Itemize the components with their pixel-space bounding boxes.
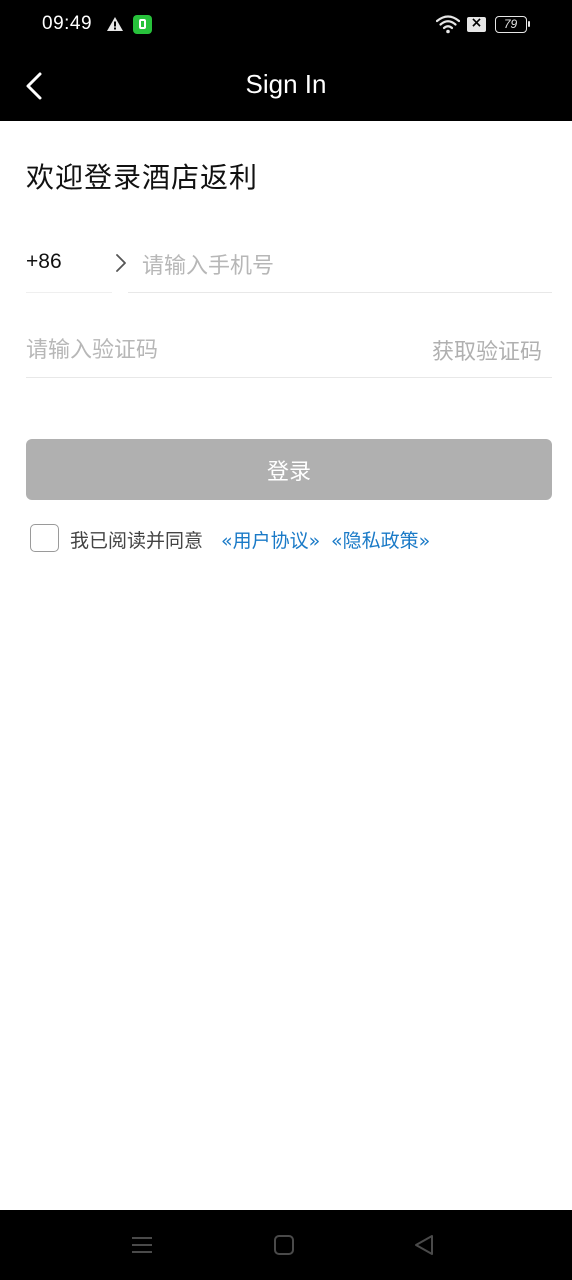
warning-icon	[107, 17, 123, 31]
user-agreement-link[interactable]: «用户协议»	[221, 526, 320, 553]
welcome-heading: 欢迎登录酒店返利	[26, 161, 259, 194]
home-icon[interactable]	[271, 1232, 297, 1258]
agreement-row: 我已阅读并同意 «用户协议» «隐私政策»	[30, 522, 550, 554]
phone-row: +86	[26, 236, 552, 294]
back-triangle-icon[interactable]	[411, 1232, 437, 1258]
status-time: 09:49	[42, 13, 93, 34]
battery-icon: 79	[495, 16, 530, 33]
agreement-checkbox[interactable]	[30, 524, 59, 552]
app-icon	[133, 15, 152, 34]
country-code-underline	[26, 292, 112, 293]
sign-in-screen: 09:49 × 79 Sign In 欢迎登录酒店返利 +86 请输入手机号 请…	[0, 0, 572, 1280]
system-nav-bar	[0, 1210, 572, 1280]
phone-input[interactable]	[128, 242, 552, 290]
verification-code-input[interactable]	[26, 326, 406, 374]
get-code-button[interactable]: 获取验证码	[432, 334, 542, 366]
code-underline	[26, 377, 552, 378]
menu-icon[interactable]	[129, 1232, 155, 1258]
privacy-policy-link[interactable]: «隐私政策»	[331, 526, 430, 553]
phone-underline	[128, 292, 552, 293]
country-code-selector[interactable]: +86	[26, 250, 62, 274]
battery-level: 79	[503, 17, 518, 31]
chevron-right-icon[interactable]	[114, 252, 128, 274]
login-button[interactable]: 登录	[26, 439, 552, 500]
wifi-icon	[436, 15, 460, 34]
code-row: 获取验证码	[26, 322, 552, 378]
page-title: Sign In	[245, 69, 327, 99]
status-bar: 09:49 × 79	[0, 0, 572, 50]
x-box-icon: ×	[467, 15, 486, 32]
agreement-text: 我已阅读并同意	[70, 530, 204, 552]
nav-bar: Sign In	[0, 50, 572, 121]
